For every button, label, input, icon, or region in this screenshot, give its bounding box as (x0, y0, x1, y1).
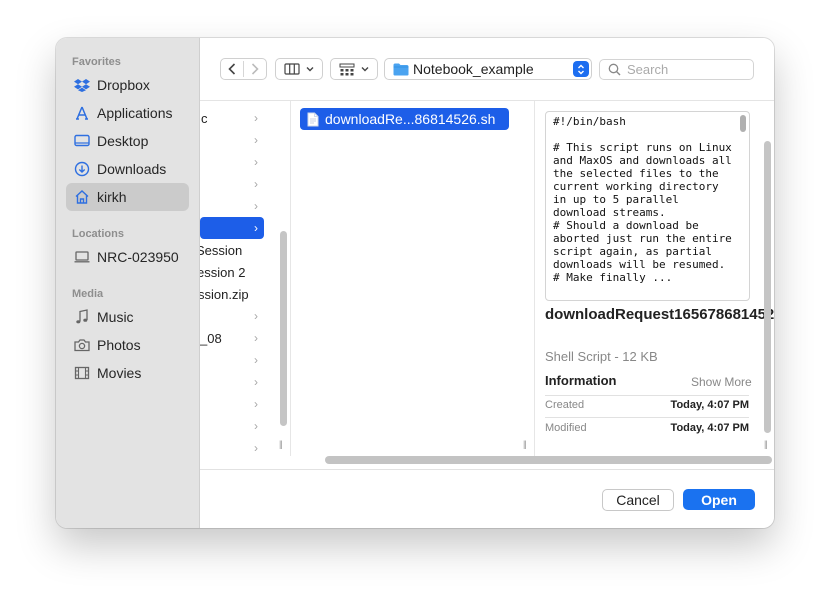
column-divider (534, 101, 535, 456)
applications-icon (73, 104, 91, 122)
info-row-created: Created Today, 4:07 PM (545, 395, 749, 417)
laptop-icon (73, 248, 91, 266)
sidebar-item-label: Music (97, 309, 134, 325)
sidebar-section-media: Media (72, 288, 104, 300)
preview-file-kind: Shell Script - 12 KB (545, 349, 658, 364)
sidebar-item-label: kirkh (97, 189, 127, 205)
sidebar-item-label: Dropbox (97, 77, 150, 93)
document-icon (307, 112, 319, 126)
sidebar-item-label: Desktop (97, 133, 149, 149)
open-button[interactable]: Open (683, 489, 755, 510)
sidebar-section-locations: Locations (72, 228, 124, 240)
information-heading: Information (545, 373, 617, 388)
list-item-selected[interactable]: › (200, 217, 264, 239)
search-icon (608, 63, 621, 76)
sidebar-item-applications[interactable]: Applications (66, 99, 189, 127)
sidebar: Favorites Dropbox Applications Desktop D… (56, 38, 200, 528)
search-input[interactable]: Search (627, 62, 668, 77)
dropbox-icon (73, 76, 91, 94)
grid-icon (339, 63, 355, 75)
sidebar-item-music[interactable]: Music (66, 303, 189, 331)
list-item[interactable]: › (200, 349, 264, 371)
search-field[interactable]: Search (599, 59, 754, 80)
file-preview: #!/bin/bash # This script runs on Linux … (545, 111, 750, 301)
preview-file-name: downloadRequest1656786814526.sh (545, 306, 774, 323)
home-icon (73, 188, 91, 206)
columns-view-icon (284, 63, 300, 75)
info-key: Created (545, 399, 585, 411)
column-1-scrollbar[interactable] (280, 231, 287, 426)
list-item[interactable]: › (200, 437, 264, 459)
list-item[interactable]: › (200, 151, 264, 173)
folder-icon (393, 63, 409, 75)
sidebar-item-desktop[interactable]: Desktop (66, 127, 189, 155)
list-item[interactable]: ssion.zip (200, 283, 264, 305)
column-divider (290, 101, 291, 456)
list-item[interactable]: › (200, 173, 264, 195)
column-resize-handle[interactable]: || (279, 439, 283, 449)
sidebar-item-dropbox[interactable]: Dropbox (66, 71, 189, 99)
list-item[interactable]: ession 2 (200, 261, 264, 283)
info-value: Today, 4:07 PM (670, 422, 749, 434)
list-item[interactable]: › (200, 393, 264, 415)
column-1: c › › › › › › Session ession 2 ssion.zip … (200, 101, 276, 456)
view-mode-button[interactable] (275, 58, 323, 80)
list-item[interactable]: › (200, 415, 264, 437)
chevron-right-icon (251, 63, 259, 75)
music-icon (73, 308, 91, 326)
list-item[interactable]: › (200, 305, 264, 327)
list-item[interactable]: › (200, 371, 264, 393)
toolbar: Notebook_example Search (200, 38, 774, 100)
show-more-link[interactable]: Show More (691, 375, 752, 389)
list-item[interactable]: › (200, 129, 264, 151)
sidebar-item-kirkh[interactable]: kirkh (66, 183, 189, 211)
column-browser: c › › › › › › Session ession 2 ssion.zip … (200, 100, 774, 469)
info-value: Today, 4:07 PM (670, 399, 749, 411)
list-item[interactable]: Session (200, 239, 264, 261)
preview-column-scrollbar[interactable] (764, 141, 771, 433)
chevron-down-icon (361, 67, 369, 72)
open-file-dialog: Favorites Dropbox Applications Desktop D… (56, 38, 774, 528)
sidebar-item-label: Movies (97, 365, 142, 381)
location-popup[interactable]: Notebook_example (384, 58, 592, 80)
sidebar-item-downloads[interactable]: Downloads (66, 155, 189, 183)
horizontal-scrollbar[interactable] (325, 456, 772, 464)
sidebar-item-label: Downloads (97, 161, 167, 177)
sidebar-item-label: Photos (97, 337, 141, 353)
info-row-modified: Modified Today, 4:07 PM (545, 418, 749, 440)
sidebar-item-movies[interactable]: Movies (66, 359, 189, 387)
list-item-selected-file[interactable]: downloadRe...86814526.sh (300, 108, 509, 130)
column-resize-handle[interactable]: || (764, 439, 768, 449)
sidebar-item-label: NRC-023950 (97, 249, 179, 265)
dialog-footer: Cancel Open (200, 469, 774, 528)
sidebar-section-favorites: Favorites (72, 56, 121, 68)
film-icon (73, 364, 91, 382)
cancel-button[interactable]: Cancel (602, 489, 674, 511)
desktop-icon (73, 132, 91, 150)
sidebar-item-photos[interactable]: Photos (66, 331, 189, 359)
column-resize-handle[interactable]: || (523, 439, 527, 449)
list-item[interactable]: › (200, 195, 264, 217)
chevron-down-icon (306, 67, 314, 72)
forward-button[interactable] (244, 59, 266, 79)
downloads-icon (73, 160, 91, 178)
preview-scrollbar[interactable] (740, 115, 746, 132)
location-stepper-icon (573, 61, 589, 77)
sidebar-item-nrc-023950[interactable]: NRC-023950 (66, 243, 189, 271)
chevron-left-icon (228, 63, 236, 75)
nav-buttons (220, 58, 267, 80)
preview-content: #!/bin/bash # This script runs on Linux … (553, 115, 732, 284)
back-button[interactable] (221, 59, 243, 79)
sidebar-item-label: Applications (97, 105, 173, 121)
list-item[interactable]: c › (200, 107, 264, 129)
location-label: Notebook_example (413, 61, 534, 77)
info-key: Modified (545, 422, 587, 434)
camera-icon (73, 336, 91, 354)
list-item[interactable]: _08 › (200, 327, 264, 349)
file-name: downloadRe...86814526.sh (325, 111, 496, 127)
group-by-button[interactable] (330, 58, 378, 80)
